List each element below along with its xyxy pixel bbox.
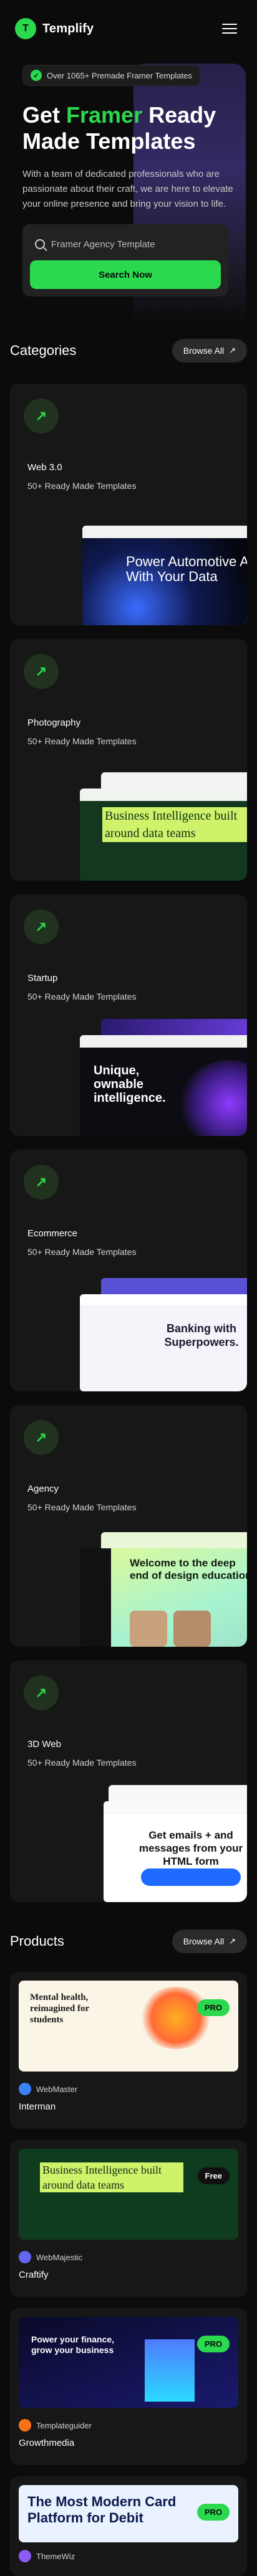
site-header: T Templify [0,0,257,57]
hero-section: ✓ Over 1065+ Premade Framer Templates Ge… [11,57,246,325]
arrow-up-right-icon: ↗ [24,1420,59,1455]
pro-badge: PRO [196,2504,230,2521]
author-avatar [19,2083,31,2095]
products-header: Products Browse All ↗ [0,1920,257,1963]
category-card-agency[interactable]: ↗ Agency 50+ Ready Made Templates Welcom… [10,1405,247,1647]
search-input[interactable]: Framer Agency Template [30,232,221,257]
brand-name: Templify [42,21,94,36]
category-card-photography[interactable]: ↗ Photography 50+ Ready Made Templates B… [10,639,247,881]
product-name: Growthmedia [19,2438,75,2448]
product-card-growthmedia[interactable]: Power your finance, grow your business P… [10,2308,247,2465]
author-avatar [19,2550,31,2562]
product-author[interactable]: WebMajestic [19,2251,82,2263]
arrow-up-right-icon: ↗ [24,654,59,689]
categories-header: Categories Browse All ↗ [0,329,257,372]
pro-badge: PRO [196,1999,230,2016]
template-preview: Welcome to the deep end of design educat… [80,1548,247,1647]
browse-all-products-button[interactable]: Browse All ↗ [172,1930,247,1953]
arrow-up-right-icon: ↗ [24,1165,59,1200]
arrow-up-right-icon: ↗ [24,1675,59,1710]
browse-all-categories-button[interactable]: Browse All ↗ [172,339,247,362]
category-card-ecommerce[interactable]: ↗ Ecommerce 50+ Ready Made Templates Ban… [10,1150,247,1391]
product-card-themewiz[interactable]: The Most Modern Card Platform for Debit … [10,2476,247,2576]
product-image: Mental health, reimagined for students [19,1981,238,2072]
product-name: Interman [19,2101,56,2112]
author-avatar [19,2419,31,2432]
product-author[interactable]: Templateguider [19,2419,92,2432]
product-image: Business Intelligence built around data … [19,2149,238,2240]
product-image: Power your finance, grow your business [19,2317,238,2408]
hero-description: With a team of dedicated professionals w… [22,169,233,209]
search-icon [35,239,45,249]
check-icon: ✓ [31,70,42,81]
arrow-up-right-icon: ↗ [24,399,59,433]
template-preview: Power Automotive AI With Your Data [82,526,247,625]
free-badge: Free [197,2167,230,2184]
product-author[interactable]: ThemeWiz [19,2550,75,2562]
author-avatar [19,2251,31,2263]
template-preview: Get emails + and messages from your HTML… [104,1801,247,1902]
products-title: Products [10,1933,64,1949]
product-card-interman[interactable]: Mental health, reimagined for students P… [10,1972,247,2129]
categories-title: Categories [10,343,77,358]
brand-logo[interactable]: T Templify [15,18,94,39]
hero-badge: ✓ Over 1065+ Premade Framer Templates [22,65,200,86]
pro-badge: PRO [196,2336,230,2352]
logo-mark-icon: T [15,18,36,39]
product-name: Craftify [19,2270,49,2280]
search-now-button[interactable]: Search Now [30,260,221,289]
product-author[interactable]: WebMaster [19,2083,77,2095]
search-box: Framer Agency Template Search Now [22,224,228,296]
product-card-craftify[interactable]: Business Intelligence built around data … [10,2140,247,2297]
arrow-up-right-icon: ↗ [24,909,59,944]
template-preview: Business Intelligence built around data … [80,788,247,881]
hamburger-menu-icon[interactable] [217,16,242,41]
category-card-web3[interactable]: ↗ Web 3.0 50+ Ready Made Templates Power… [10,384,247,625]
template-preview: Unique, ownable intelligence. [80,1035,247,1136]
template-preview: Banking with Superpowers. [80,1294,247,1391]
arrow-up-right-icon: ↗ [229,1936,236,1946]
hero-title: Get Framer Ready Made Templates [22,102,216,154]
category-card-3dweb[interactable]: ↗ 3D Web 50+ Ready Made Templates Get em… [10,1660,247,1902]
arrow-up-right-icon: ↗ [229,346,236,355]
category-card-startup[interactable]: ↗ Startup 50+ Ready Made Templates Uniqu… [10,894,247,1136]
